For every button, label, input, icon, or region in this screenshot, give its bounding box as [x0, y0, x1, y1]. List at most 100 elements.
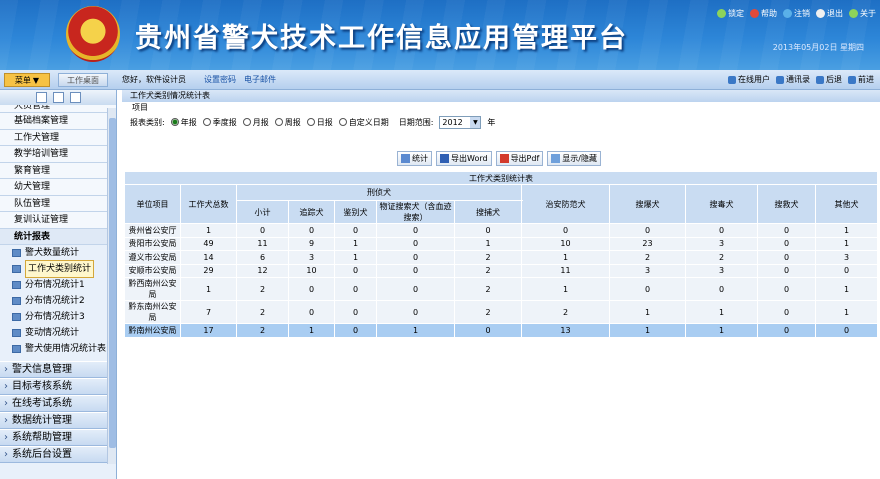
header-tools: 锁定 帮助 注销 退出 关于 [717, 8, 876, 19]
lock-icon [717, 9, 726, 18]
menu-button[interactable]: 菜单 ▼ [4, 73, 50, 87]
table-row[interactable]: 黔南州公安局 17 2 1 0 1 0 13 1 1 0 0 [124, 323, 878, 338]
current-date: 2013年05月02日 星期四 [772, 43, 864, 52]
table-cell: 2 [454, 300, 522, 324]
toggle-display-button[interactable]: 显示/隐藏 [547, 151, 601, 166]
app-title: 贵州省警犬技术工作信息应用管理平台 [135, 23, 628, 54]
sidebar-group-data-stat[interactable]: › 数据统计管理 [0, 412, 116, 429]
statistics-button[interactable]: 统计 [397, 151, 432, 166]
sidebar-sub-distribution-3[interactable]: 分布情况统计3 [0, 309, 116, 325]
radio-quarterly[interactable]: 季度报 [202, 117, 237, 128]
main-content: 工作犬类别情况统计表 项目 报表类别: 年报 季度报 月报 周报 日报 自定义日… [122, 90, 880, 479]
greeting-text: 您好，软件设计员 [122, 75, 186, 84]
table-cell: 0 [685, 277, 758, 301]
export-word-button[interactable]: 导出Word [436, 151, 492, 166]
collapse-icon[interactable] [52, 92, 64, 103]
scrollbar-thumb[interactable] [109, 118, 116, 448]
breadcrumb: 工作犬类别情况统计表 [122, 90, 880, 102]
sidebar-sub-changes[interactable]: 变动情况统计 [0, 325, 116, 341]
sidebar-item-training[interactable]: 教学培训管理 [0, 146, 116, 163]
table-row[interactable]: 贵阳市公安局 49 11 9 1 0 1 10 23 3 0 1 [124, 236, 878, 251]
table-row[interactable]: 黔西南州公安局 1 2 0 0 0 2 1 0 0 0 1 [124, 277, 878, 301]
table-cell: 1 [334, 236, 377, 251]
radio-icon [242, 118, 251, 126]
about-icon [849, 9, 858, 18]
email-link[interactable]: 电子邮件 [244, 74, 276, 85]
radio-weekly[interactable]: 周报 [274, 117, 301, 128]
table-cell: 0 [757, 300, 816, 324]
help-button[interactable]: 帮助 [750, 8, 777, 19]
sidebar-item-dog-staff[interactable]: 犬员管理 [0, 105, 116, 113]
sidebar-item-basic-archive[interactable]: 基础档案管理 [0, 113, 116, 130]
col-evidence: 物证搜索犬（含血迹搜索） [376, 200, 455, 224]
cell-unit: 遵义市公安局 [124, 250, 181, 265]
work-desktop-button[interactable]: 工作桌面 [58, 73, 108, 87]
table-cell: 1 [180, 223, 237, 238]
users-icon [728, 75, 736, 84]
sidebar-group-admin[interactable]: › 系统后台设置 [0, 446, 116, 463]
change-password-link[interactable]: 设置密码 [204, 74, 236, 85]
chevron-right-icon: › [4, 381, 8, 392]
table-cell: 13 [521, 323, 610, 338]
sidebar-item-stat-reports[interactable]: 统计报表 [0, 228, 116, 245]
refresh-icon[interactable] [35, 92, 47, 103]
expand-icon[interactable] [69, 92, 81, 103]
toggle-icon [551, 154, 561, 163]
sidebar-sub-category-stat[interactable]: 工作犬类别统计 [0, 260, 116, 278]
word-icon [440, 154, 449, 163]
table-row[interactable]: 黔东南州公安局 7 2 0 0 0 2 2 1 1 0 1 [124, 300, 878, 324]
forward-button[interactable]: 前进 [848, 74, 874, 85]
table-cell: 0 [334, 323, 377, 338]
radio-monthly[interactable]: 月报 [242, 117, 269, 128]
radio-daily[interactable]: 日报 [306, 117, 333, 128]
export-pdf-button[interactable]: 导出Pdf [495, 151, 544, 166]
table-row[interactable]: 安顺市公安局 29 12 10 0 0 2 11 3 3 0 0 [124, 263, 878, 278]
chevron-right-icon: › [4, 415, 8, 426]
sidebar-sub-distribution-2[interactable]: 分布情况统计2 [0, 293, 116, 309]
sidebar-group-dog-info[interactable]: › 警犬信息管理 [0, 361, 116, 378]
sidebar-item-breeding[interactable]: 繁育管理 [0, 162, 116, 179]
year-select[interactable]: 2012 ▼ [439, 115, 482, 129]
about-button[interactable]: 关于 [849, 8, 876, 19]
table-cell: 1 [521, 277, 610, 301]
contacts-button[interactable]: 通讯录 [776, 74, 810, 85]
sidebar-group-assessment[interactable]: › 目标考核系统 [0, 378, 116, 395]
col-identify: 鉴别犬 [334, 200, 377, 224]
sidebar-item-retraining[interactable]: 复训认证管理 [0, 212, 116, 229]
exit-button[interactable]: 退出 [816, 8, 843, 19]
sidebar-group-exam[interactable]: › 在线考试系统 [0, 395, 116, 412]
lock-button[interactable]: 锁定 [717, 8, 744, 19]
right-toolbar: 在线用户 通讯录 后退 前进 [728, 74, 874, 85]
col-criminal: 刑侦犬 [236, 184, 522, 201]
sidebar-sub-dog-count[interactable]: 警犬数量统计 [0, 245, 116, 261]
col-tracking: 追踪犬 [288, 200, 335, 224]
table-cell: 0 [757, 277, 816, 301]
chevron-right-icon: › [4, 449, 8, 460]
report-icon [12, 281, 21, 289]
report-icon [12, 265, 21, 273]
table-cell: 10 [521, 236, 610, 251]
table-row[interactable]: 遵义市公安局 14 6 3 1 0 2 1 2 2 0 3 [124, 250, 878, 265]
logout-button[interactable]: 注销 [783, 8, 810, 19]
table-cell: 0 [288, 300, 335, 324]
table-cell: 0 [757, 236, 816, 251]
col-other: 其他犬 [815, 184, 878, 224]
table-cell: 12 [236, 263, 289, 278]
sidebar-item-working-dog[interactable]: 工作犬管理 [0, 129, 116, 146]
sidebar-scrollbar[interactable] [107, 108, 116, 464]
table-cell: 0 [334, 277, 377, 301]
table-row[interactable]: 贵州省公安厅 1 0 0 0 0 0 0 0 0 0 1 [124, 223, 878, 238]
radio-annual[interactable]: 年报 [170, 117, 197, 128]
radio-custom[interactable]: 自定义日期 [338, 117, 389, 128]
online-users-button[interactable]: 在线用户 [728, 74, 770, 85]
table-cell: 2 [685, 250, 758, 265]
sidebar-group-help[interactable]: › 系统帮助管理 [0, 429, 116, 446]
back-button[interactable]: 后退 [816, 74, 842, 85]
sidebar-sub-distribution-1[interactable]: 分布情况统计1 [0, 277, 116, 293]
sidebar-item-team[interactable]: 队伍管理 [0, 195, 116, 212]
sidebar-item-puppy[interactable]: 幼犬管理 [0, 179, 116, 196]
table-cell: 2 [521, 300, 610, 324]
statistics-table: 工作犬类别统计表 单位项目 工作犬总数 刑侦犬 治安防范犬 搜爆犬 搜毒犬 搜救… [124, 171, 878, 338]
sidebar-sub-usage[interactable]: 警犬使用情况统计表 [0, 341, 116, 357]
table-cell: 1 [454, 236, 522, 251]
